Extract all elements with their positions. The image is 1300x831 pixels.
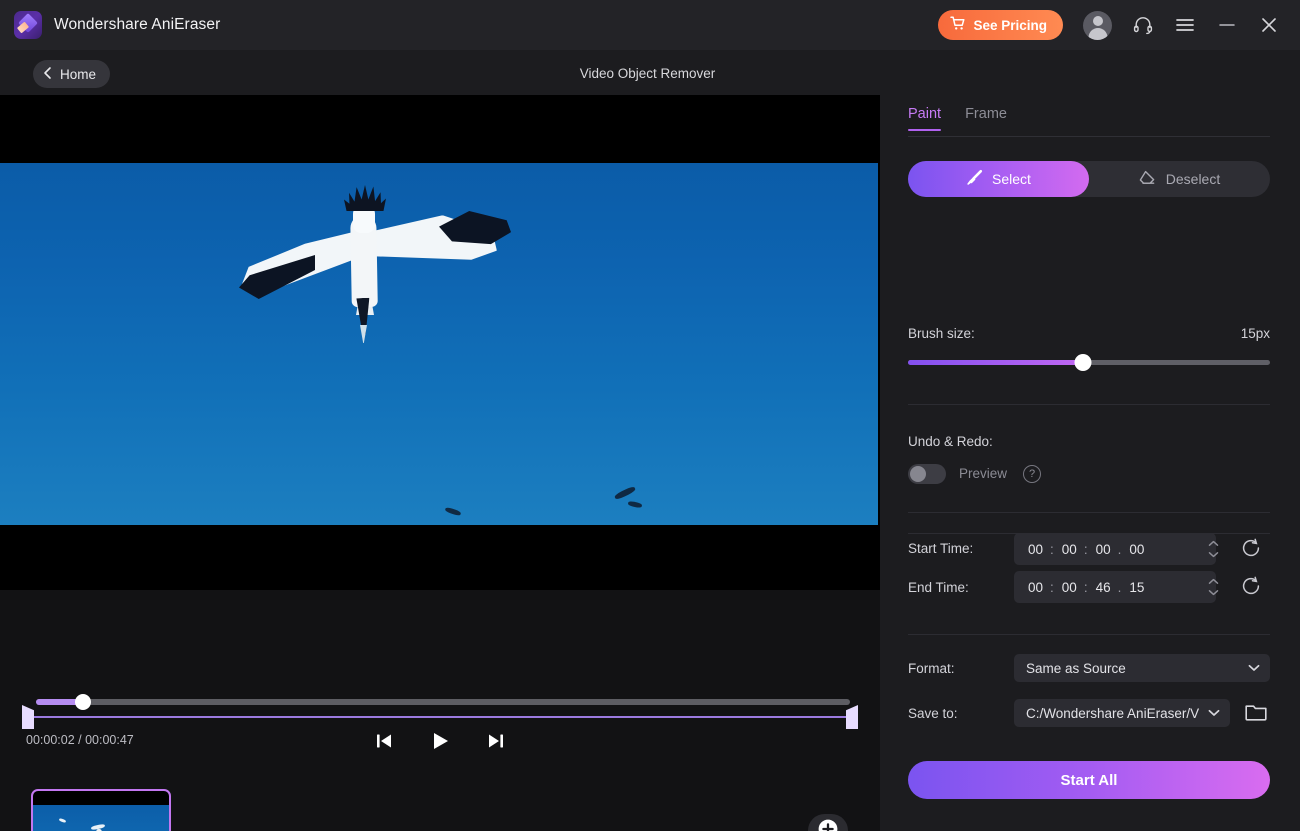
start-time-hours[interactable]: 00: [1028, 542, 1043, 557]
clip-tray: sample_960x40: [0, 770, 880, 831]
skip-next-icon[interactable]: [483, 728, 509, 754]
video-stage[interactable]: [0, 95, 880, 590]
divider-preview: [908, 512, 1270, 513]
preview-label: Preview: [959, 466, 1008, 481]
end-sep-2: :: [1083, 579, 1088, 595]
paint-mode-toggle-group: Select Deselect: [908, 161, 1270, 197]
trim-handle-end[interactable]: [846, 705, 858, 729]
folder-icon[interactable]: [1244, 701, 1268, 723]
trim-handle-start[interactable]: [22, 705, 34, 729]
eraser-icon: [1139, 169, 1157, 189]
panel-tabs: Paint Frame: [908, 106, 1007, 131]
end-sep-3: .: [1117, 579, 1122, 595]
save-to-select[interactable]: C:/Wondershare AniEraser/V: [1014, 699, 1230, 727]
minimize-icon[interactable]: [1210, 8, 1244, 42]
brush-slider-handle[interactable]: [1074, 354, 1092, 371]
end-time-minutes[interactable]: 00: [1062, 580, 1077, 595]
question-mark-icon[interactable]: ?: [1023, 465, 1041, 483]
aniEraser-logo-icon: [14, 11, 42, 39]
timeline-zone: 00:00:02 / 00:00:47: [0, 590, 880, 770]
start-sep-2: :: [1083, 541, 1088, 557]
start-time-minutes[interactable]: 00: [1062, 542, 1077, 557]
clip-thumbnail-image: [33, 805, 169, 831]
end-sep-1: :: [1050, 579, 1054, 595]
start-time-frames[interactable]: 00: [1129, 542, 1144, 557]
start-time-stepper[interactable]: [1204, 534, 1222, 564]
tab-paint[interactable]: Paint: [908, 106, 942, 131]
end-time-field[interactable]: 00 : 00 : 46 . 15: [1014, 571, 1216, 603]
end-time-stepper[interactable]: [1204, 572, 1222, 602]
format-value: Same as Source: [1026, 660, 1126, 676]
brush-slider-fill: [908, 360, 1083, 365]
trim-range-bar[interactable]: [22, 716, 858, 718]
start-time-field[interactable]: 00 : 00 : 00 . 00: [1014, 533, 1216, 565]
save-to-label: Save to:: [908, 706, 958, 721]
skip-previous-icon[interactable]: [371, 728, 397, 754]
format-select[interactable]: Same as Source: [1014, 654, 1270, 682]
deselect-mode-button[interactable]: Deselect: [1089, 161, 1270, 197]
tab-frame[interactable]: Frame: [965, 106, 1007, 131]
brush-size-label: Brush size:: [908, 326, 975, 341]
bird-subject: [239, 185, 513, 345]
see-pricing-button[interactable]: See Pricing: [938, 10, 1063, 40]
titlebar-actions: See Pricing: [938, 0, 1286, 50]
brush-size-value: 15px: [1240, 326, 1270, 341]
divider-export: [908, 634, 1270, 635]
start-time-reset-icon[interactable]: [1240, 537, 1262, 559]
brush-size-slider[interactable]: [908, 354, 1270, 371]
distant-bird-3: [627, 500, 643, 509]
preview-toggle[interactable]: [908, 464, 946, 484]
hamburger-menu-icon[interactable]: [1168, 8, 1202, 42]
title-bar: Wondershare AniEraser See Pricing: [0, 0, 1300, 50]
end-time-label: End Time:: [908, 580, 969, 595]
start-sep-1: :: [1050, 541, 1054, 557]
see-pricing-label: See Pricing: [973, 17, 1047, 33]
playhead-scrubber[interactable]: [36, 694, 850, 710]
play-icon[interactable]: [427, 728, 453, 754]
select-mode-label: Select: [992, 171, 1031, 187]
cart-icon: [950, 16, 966, 34]
save-to-value: C:/Wondershare AniEraser/V: [1026, 705, 1200, 721]
editor-left-pane: 00:00:02 / 00:00:47: [0, 95, 880, 831]
distant-bird-2: [613, 485, 637, 501]
end-time-hours[interactable]: 00: [1028, 580, 1043, 595]
add-clip-button[interactable]: [808, 814, 848, 831]
start-sep-3: .: [1117, 541, 1122, 557]
clip-thumbnail[interactable]: sample_960x40: [31, 789, 171, 831]
tabs-divider: [908, 136, 1270, 137]
close-icon[interactable]: [1252, 8, 1286, 42]
plus-circle-icon: [817, 818, 839, 831]
chevron-down-icon: [1248, 659, 1260, 677]
brush-icon: [966, 169, 983, 189]
start-time-label: Start Time:: [908, 541, 974, 556]
page-title: Video Object Remover: [579, 66, 716, 81]
end-time-frames[interactable]: 15: [1129, 580, 1144, 595]
distant-bird-1: [444, 506, 462, 517]
divider-brush: [908, 404, 1270, 405]
deselect-mode-label: Deselect: [1165, 171, 1221, 187]
end-time-reset-icon[interactable]: [1240, 575, 1262, 597]
undo-redo-label: Undo & Redo:: [908, 434, 993, 449]
app-window: Wondershare AniEraser See Pricing Home V…: [0, 0, 1300, 831]
scrubber-handle[interactable]: [75, 694, 91, 710]
chevron-down-icon: [1208, 704, 1220, 722]
start-time-seconds[interactable]: 00: [1096, 542, 1111, 557]
end-time-seconds[interactable]: 46: [1096, 580, 1111, 595]
app-title: Wondershare AniEraser: [54, 16, 221, 33]
select-mode-button[interactable]: Select: [908, 161, 1089, 197]
headset-support-icon[interactable]: [1126, 8, 1160, 42]
start-all-button[interactable]: Start All: [908, 761, 1270, 799]
playback-controls: [0, 728, 880, 754]
format-label: Format:: [908, 661, 955, 676]
video-frame-preview[interactable]: [0, 163, 878, 525]
user-avatar-icon[interactable]: [1083, 10, 1112, 40]
